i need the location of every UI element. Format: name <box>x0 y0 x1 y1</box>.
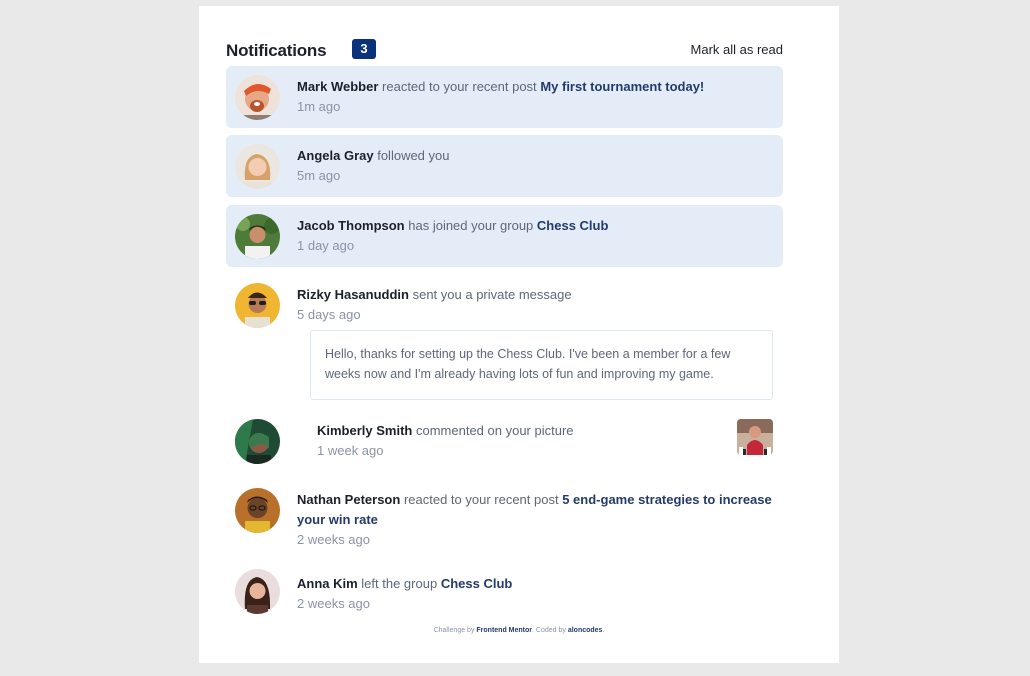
notifications-card: Notifications 3 Mark all as read Mark We… <box>199 6 839 663</box>
action-text: sent you a private message <box>412 287 572 302</box>
user-name[interactable]: Nathan Peterson <box>297 492 400 507</box>
user-name[interactable]: Anna Kim <box>297 576 358 591</box>
notification-item[interactable]: Jacob Thompson has joined your group Che… <box>226 205 783 267</box>
footer-suffix: . <box>602 627 605 634</box>
avatar-jacob-thompson[interactable] <box>235 214 280 259</box>
notification-item[interactable]: Nathan Peterson reacted to your recent p… <box>226 480 783 556</box>
avatar-anna-kim[interactable] <box>235 569 280 614</box>
group-link[interactable]: Chess Club <box>537 218 609 233</box>
timestamp: 1 week ago <box>317 443 384 458</box>
action-text: followed you <box>377 148 450 163</box>
footer-middle: . Coded by <box>532 627 566 634</box>
notification-item[interactable]: Anna Kim left the group Chess Club 2 wee… <box>226 561 783 619</box>
commented-picture-thumbnail[interactable] <box>737 419 773 455</box>
user-name[interactable]: Jacob Thompson <box>297 218 405 233</box>
timestamp: 5 days ago <box>297 307 361 322</box>
notification-item[interactable]: Angela Gray followed you 5m ago <box>226 135 783 197</box>
group-link[interactable]: Chess Club <box>441 576 513 591</box>
private-message[interactable]: Hello, thanks for setting up the Chess C… <box>310 330 773 400</box>
frontend-mentor-link[interactable]: Frontend Mentor <box>476 627 532 634</box>
timestamp: 2 weeks ago <box>297 596 370 611</box>
action-text: has joined your group <box>408 218 534 233</box>
notification-item[interactable]: Rizky Hasanuddin sent you a private mess… <box>226 274 783 328</box>
footer-prefix: Challenge by <box>433 627 475 634</box>
header: Notifications 3 Mark all as read <box>226 33 783 65</box>
action-text: reacted to your recent post <box>403 492 559 507</box>
action-text: reacted to your recent post <box>382 79 537 94</box>
notification-item[interactable]: Kimberly Smith commented on your picture… <box>226 410 783 472</box>
attribution-footer: Challenge by Frontend Mentor. Coded by a… <box>199 627 839 634</box>
action-text: commented on your picture <box>415 423 574 438</box>
timestamp: 5m ago <box>297 168 341 183</box>
timestamp: 1m ago <box>297 99 341 114</box>
timestamp: 1 day ago <box>297 238 355 253</box>
mark-all-read-button[interactable]: Mark all as read <box>691 42 783 57</box>
user-name[interactable]: Rizky Hasanuddin <box>297 287 409 302</box>
user-name[interactable]: Kimberly Smith <box>317 423 412 438</box>
timestamp: 2 weeks ago <box>297 532 370 547</box>
unread-count-badge: 3 <box>352 39 376 59</box>
action-text: left the group <box>361 576 438 591</box>
user-name[interactable]: Mark Webber <box>297 79 378 94</box>
avatar-mark-webber[interactable] <box>235 75 280 120</box>
avatar-kimberly-smith[interactable] <box>235 419 280 464</box>
author-link[interactable]: aloncodes <box>568 627 603 634</box>
user-name[interactable]: Angela Gray <box>297 148 374 163</box>
avatar-rizky-hasanuddin[interactable] <box>235 283 280 328</box>
avatar-angela-gray[interactable] <box>235 144 280 189</box>
post-link[interactable]: My first tournament today! <box>540 79 704 94</box>
notification-item[interactable]: Mark Webber reacted to your recent post … <box>226 66 783 128</box>
avatar-nathan-peterson[interactable] <box>235 488 280 533</box>
page-title: Notifications <box>226 41 327 60</box>
